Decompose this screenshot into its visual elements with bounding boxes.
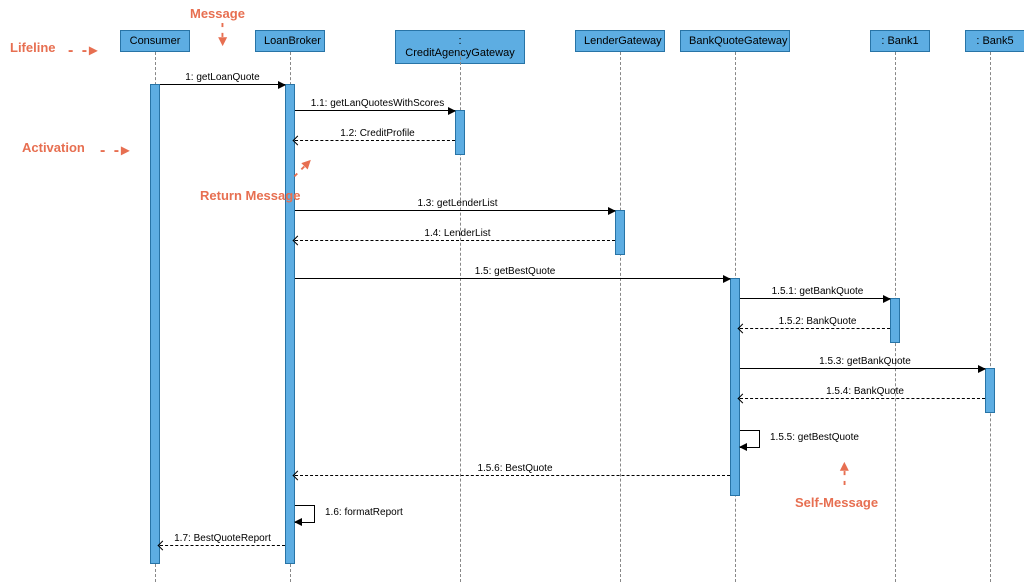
annotation-activation-arrow: - -▸ [100,140,131,160]
message-1-5-3-label: 1.5.3: getBankQuote [745,356,985,367]
activation-bankquotegateway [730,278,740,496]
message-1-5-6 [295,475,730,476]
message-1-7 [160,545,285,546]
sequence-diagram: { "participants": { "consumer": "Consume… [0,0,1024,587]
annotation-activation: Activation [22,140,85,155]
message-1-5-4-label: 1.5.4: BankQuote [745,386,985,397]
message-1-5 [295,278,730,279]
message-1-1 [295,110,455,111]
activation-bank1 [890,298,900,343]
participant-lendergateway: LenderGateway [575,30,665,52]
message-1-5-4 [740,398,985,399]
activation-lendergateway [615,210,625,255]
participant-bankquotegateway: BankQuoteGateway [680,30,790,52]
annotation-lifeline-arrow: - -▸ [68,40,99,60]
message-1-5-5 [740,430,760,448]
participant-loanbroker: LoanBroker [255,30,325,52]
message-1-7-label: 1.7: BestQuoteReport [160,533,285,544]
lifeline-lendergateway [620,52,621,582]
message-1-3 [295,210,615,211]
message-1-4 [295,240,615,241]
message-1-1-label: 1.1: getLanQuotesWithScores [300,98,455,109]
annotation-message: Message [190,6,245,21]
message-1-5-1-label: 1.5.1: getBankQuote [745,286,890,297]
annotation-self-message-arrow: - -▸ [834,462,854,485]
lifeline-bank5 [990,52,991,582]
annotation-self-message: Self-Message [795,495,878,510]
message-1-label: 1: getLoanQuote [165,72,280,83]
participant-bank5: : Bank5 [965,30,1024,52]
message-1 [160,84,285,85]
activation-loanbroker [285,84,295,564]
message-1-5-1 [740,298,890,299]
participant-consumer: Consumer [120,30,190,52]
message-1-4-label: 1.4: LenderList [300,228,615,239]
message-1-2-label: 1.2: CreditProfile [300,128,455,139]
activation-bank5 [985,368,995,413]
annotation-return-message: Return Message [200,188,300,203]
message-1-6 [295,505,315,523]
message-1-2 [295,140,455,141]
message-1-5-3 [740,368,985,369]
activation-creditagency [455,110,465,155]
message-1-5-5-label: 1.5.5: getBestQuote [770,432,859,443]
message-1-5-label: 1.5: getBestQuote [300,266,730,277]
participant-bank1: : Bank1 [870,30,930,52]
message-1-6-label: 1.6: formatReport [325,507,403,518]
message-1-5-2-label: 1.5.2: BankQuote [745,316,890,327]
annotation-lifeline: Lifeline [10,40,56,55]
activation-consumer [150,84,160,564]
message-1-5-2 [740,328,890,329]
annotation-message-arrow: - -▸ [214,22,234,45]
message-1-5-6-label: 1.5.6: BestQuote [300,463,730,474]
message-1-3-label: 1.3: getLenderList [300,198,615,209]
